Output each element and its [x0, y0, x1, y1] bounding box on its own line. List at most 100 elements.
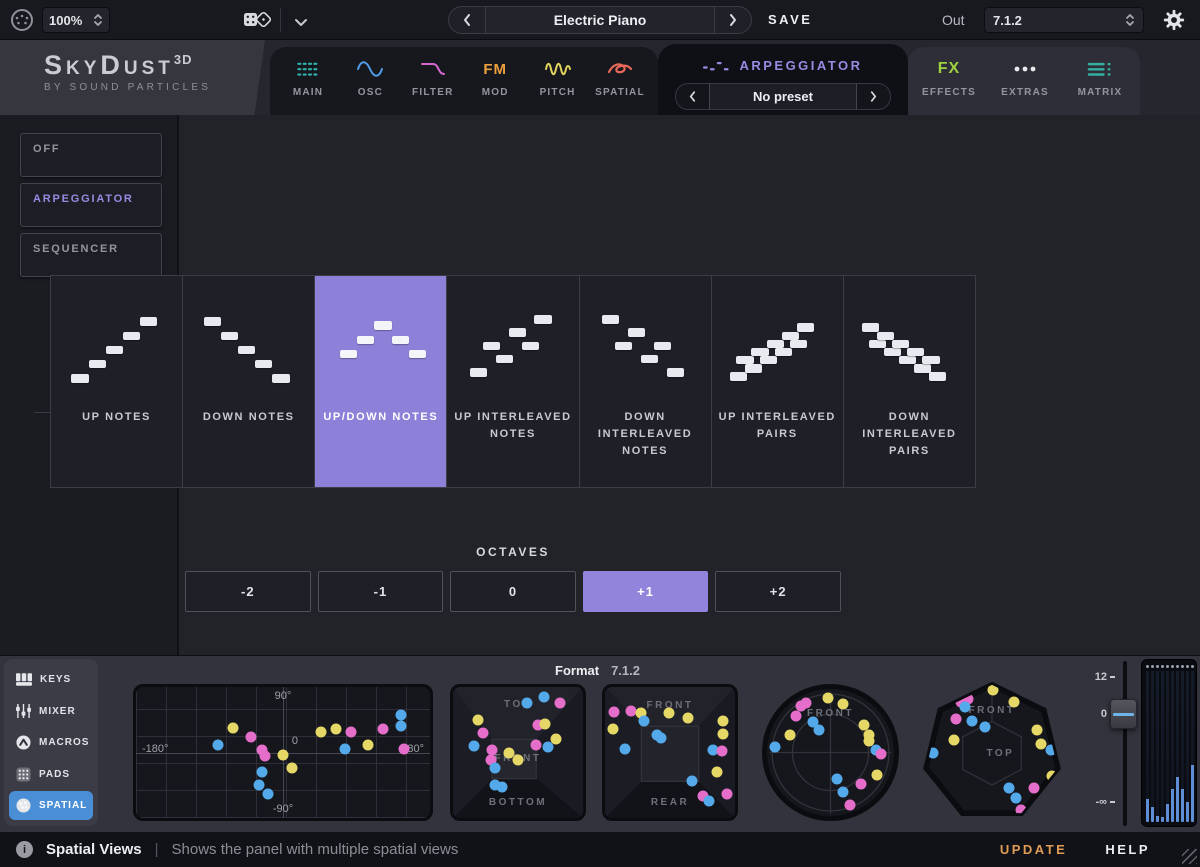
pattern-tile[interactable]: DOWN INTERLEAVED NOTES — [579, 276, 711, 487]
midi-connector-icon[interactable] — [10, 8, 34, 37]
bottom-tab-macros[interactable]: MACROS — [9, 728, 93, 757]
particle-dot — [950, 713, 961, 724]
spatial-view-room-rear[interactable]: FRONT REAR — [602, 684, 738, 821]
pattern-tile[interactable]: UP/DOWN NOTES — [314, 276, 446, 487]
particle-dot — [398, 743, 409, 754]
fader-handle[interactable] — [1110, 699, 1137, 729]
pattern-tile[interactable]: UP INTERLEAVED NOTES — [446, 276, 578, 487]
tab-osc[interactable]: OSC — [344, 59, 396, 115]
octaves-title: OCTAVES — [185, 545, 841, 559]
output-format-value: 7.1.2 — [993, 13, 1022, 28]
dots-icon — [1013, 59, 1037, 79]
spatial-view-circle[interactable]: FRONT — [762, 684, 899, 821]
tab-effects[interactable]: FXEFFECTS — [922, 59, 976, 115]
particle-dot — [967, 716, 978, 727]
window-resize-handle[interactable] — [1182, 849, 1197, 864]
pattern-tile[interactable]: DOWN INTERLEAVED PAIRS — [843, 276, 975, 487]
pads-icon — [16, 767, 31, 782]
bottom-tab-keys[interactable]: KEYS — [9, 665, 93, 694]
octave-button--1[interactable]: -1 — [318, 571, 444, 612]
particle-dot — [704, 795, 715, 806]
settings-gear-icon[interactable] — [1163, 9, 1185, 36]
bottom-tab-spatial[interactable]: SPATIAL — [9, 791, 93, 820]
pattern-tile[interactable]: UP INTERLEAVED PAIRS — [711, 276, 843, 487]
particle-dot — [711, 767, 722, 778]
octave-button--2[interactable]: -2 — [185, 571, 311, 612]
particle-dot — [345, 726, 356, 737]
tab-pitch[interactable]: PITCH — [532, 59, 584, 115]
mode-button-off[interactable]: OFF — [20, 133, 162, 177]
particle-dot — [278, 750, 289, 761]
octave-buttons: -2-10+1+2 — [185, 571, 841, 612]
particle-dot — [718, 729, 729, 740]
status-description: Shows the panel with multiple spatial vi… — [172, 841, 459, 858]
tab-extras[interactable]: EXTRAS — [999, 59, 1051, 115]
fx-icon: FX — [938, 59, 960, 79]
chevron-down-icon[interactable] — [294, 14, 308, 32]
filter-curve-icon — [420, 59, 446, 79]
bottom-tab-pads[interactable]: PADS — [9, 760, 93, 789]
grid-icon — [296, 59, 320, 79]
particle-dot — [487, 744, 498, 755]
pattern-preview — [63, 297, 171, 398]
arpeggiator-icon — [703, 55, 729, 75]
octave-button-+1[interactable]: +1 — [583, 571, 709, 612]
pattern-tile[interactable]: UP NOTES — [51, 276, 182, 487]
particle-dot — [838, 786, 849, 797]
meter-channel — [1186, 665, 1189, 822]
meter-channel — [1161, 665, 1164, 822]
tab-arpeggiator[interactable]: ARPEGGIATOR No preset — [658, 44, 908, 115]
tab-matrix[interactable]: MATRIX — [1074, 59, 1126, 115]
tab-filter[interactable]: FILTER — [407, 59, 459, 115]
particle-dots — [605, 687, 735, 818]
sine-icon — [357, 59, 383, 79]
output-format-select[interactable]: 7.1.2 — [984, 7, 1144, 33]
particle-dot — [522, 697, 533, 708]
particle-dot — [619, 743, 630, 754]
pattern-tile[interactable]: DOWN NOTES — [182, 276, 314, 487]
fader-tick-inf: -∞ — [1093, 796, 1115, 808]
octave-button-0[interactable]: 0 — [450, 571, 576, 612]
tab-mod[interactable]: FMMOD — [469, 59, 521, 115]
octave-button-+2[interactable]: +2 — [715, 571, 841, 612]
help-button[interactable]: HELP — [1105, 842, 1150, 857]
mode-button-sequencer[interactable]: SEQUENCER — [20, 233, 162, 277]
save-button[interactable]: SAVE — [768, 12, 812, 27]
spatial-view-dome[interactable]: FRONT TOP — [922, 682, 1062, 823]
output-fader[interactable]: 12 0 -∞ — [1093, 661, 1137, 826]
arp-preset-next-button[interactable] — [857, 84, 890, 109]
fader-track[interactable] — [1123, 661, 1127, 826]
preset-next-button[interactable] — [715, 7, 751, 33]
particle-dot — [228, 722, 239, 733]
zoom-stepper[interactable]: 100% — [42, 7, 110, 33]
arp-preset-name: No preset — [709, 84, 857, 109]
meter-channel — [1156, 665, 1159, 822]
particle-dots — [453, 687, 583, 818]
randomize-dice-icon[interactable] — [243, 9, 271, 36]
tab-main[interactable]: MAIN — [282, 59, 334, 115]
stepper-arrows-icon[interactable] — [93, 13, 103, 27]
particle-dot — [254, 780, 265, 791]
particle-dot — [872, 770, 883, 781]
zoom-value: 100% — [49, 13, 82, 28]
preset-name: Electric Piano — [485, 7, 715, 33]
arp-preset-prev-button[interactable] — [676, 84, 709, 109]
particle-dot — [722, 789, 733, 800]
status-title: Spatial Views — [46, 841, 142, 858]
particle-dot — [663, 708, 674, 719]
update-button[interactable]: UPDATE — [1000, 842, 1067, 857]
bottom-tab-mixer[interactable]: MIXER — [9, 697, 93, 726]
spatial-view-room-front[interactable]: TOP FRONT BOTTOM — [450, 684, 586, 821]
meter-channel — [1146, 665, 1149, 822]
spatial-view-panorama[interactable]: 90° -180° 0 180° -90° — [133, 684, 433, 821]
preset-prev-button[interactable] — [449, 7, 485, 33]
preset-selector[interactable]: Electric Piano — [448, 6, 752, 34]
arp-preset-selector[interactable]: No preset — [675, 83, 891, 110]
particle-dot — [876, 748, 887, 759]
tab-spatial[interactable]: SPATIAL — [594, 59, 646, 115]
particle-dot — [1010, 792, 1021, 803]
particle-dot — [769, 742, 780, 753]
mode-button-arpeggiator[interactable]: ARPEGGIATOR — [20, 183, 162, 227]
particle-dot — [784, 729, 795, 740]
particle-dot — [607, 723, 618, 734]
